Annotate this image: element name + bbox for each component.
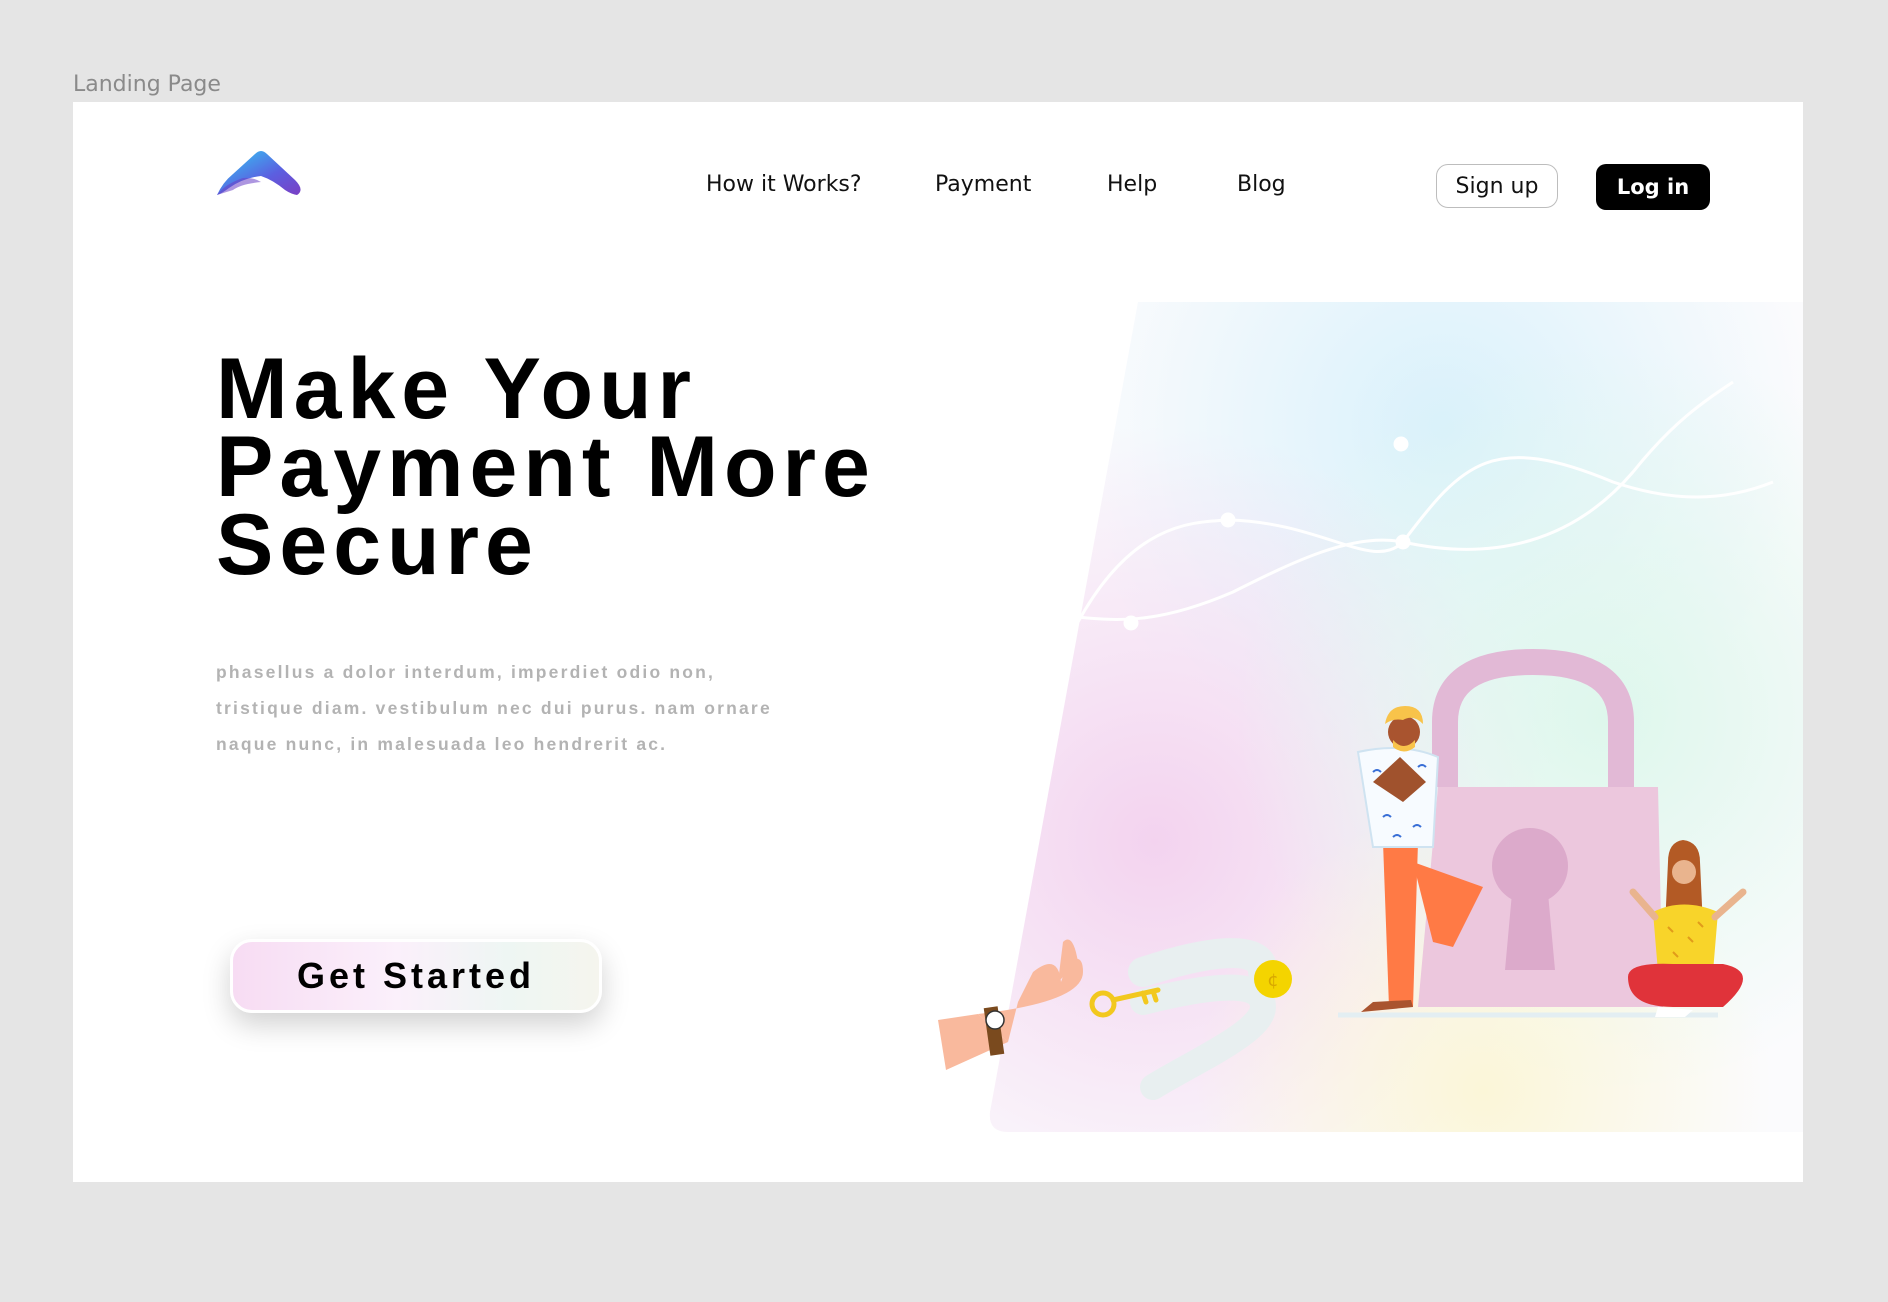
sitting-woman-figure — [1628, 840, 1747, 1017]
gradient-backdrop — [989, 302, 1803, 1132]
hero-title-line: Payment More — [216, 419, 876, 515]
nav-help[interactable]: Help — [1107, 172, 1157, 197]
hero-description-line: naque nunc, in malesuada leo hendrerit a… — [216, 734, 668, 754]
key-icon — [1089, 987, 1161, 1018]
hero-title-line: Make Your — [216, 341, 697, 437]
get-started-button[interactable]: Get Started — [230, 939, 602, 1013]
nav-payment[interactable]: Payment — [935, 172, 1031, 197]
padlock-icon — [1418, 648, 1663, 1007]
hero-description-line: tristique diam. vestibulum nec dui purus… — [216, 698, 772, 718]
network-lines-icon — [1076, 380, 1774, 631]
coin-icon: ¢ — [1254, 960, 1292, 998]
hero-illustration: ¢ — [217, 151, 1803, 1132]
login-button[interactable]: Log in — [1596, 164, 1710, 210]
hero-title-line: Secure — [216, 497, 539, 593]
hand-with-key-figure — [938, 939, 1161, 1070]
canvas-frame-label: Landing Page — [73, 72, 221, 97]
nav-blog[interactable]: Blog — [1237, 172, 1286, 197]
nav-how-it-works[interactable]: How it Works? — [706, 172, 862, 197]
landing-page-frame: ¢ How it Works? Payment Help Blog Sign u… — [73, 102, 1803, 1182]
standing-man-figure — [1356, 706, 1483, 1012]
hero-title: Make Your Payment More Secure — [216, 341, 876, 593]
svg-text:¢: ¢ — [1267, 970, 1278, 991]
signup-button[interactable]: Sign up — [1436, 164, 1558, 208]
hero-description-line: phasellus a dolor interdum, imperdiet od… — [216, 662, 716, 682]
hero-description: phasellus a dolor interdum, imperdiet od… — [216, 654, 856, 762]
